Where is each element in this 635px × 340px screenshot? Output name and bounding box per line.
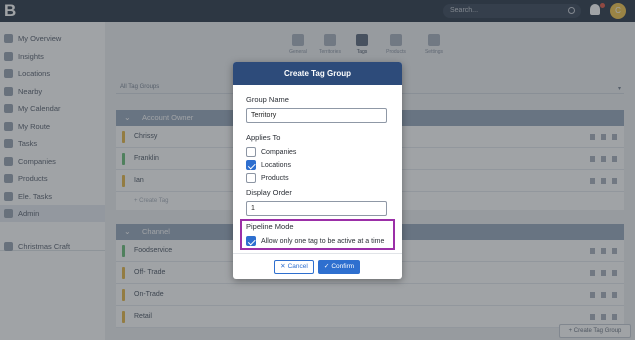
applies-to-companies[interactable]: Companies xyxy=(246,147,296,157)
close-icon: ✕ xyxy=(280,263,286,270)
checkbox[interactable] xyxy=(246,173,256,183)
applies-to-label: Applies To xyxy=(246,133,281,142)
button-label: Confirm xyxy=(331,263,355,270)
checkbox-label: Products xyxy=(261,174,289,182)
checkbox[interactable] xyxy=(246,147,256,157)
checkbox-label: Locations xyxy=(261,161,291,169)
pipeline-mode-highlight xyxy=(240,219,395,250)
display-order-label: Display Order xyxy=(246,188,292,197)
display-order-field[interactable]: 1 xyxy=(246,201,387,216)
group-name-label: Group Name xyxy=(246,95,289,104)
cancel-button[interactable]: ✕ Cancel xyxy=(274,260,314,274)
checkbox-checked[interactable] xyxy=(246,160,256,170)
check-icon: ✓ xyxy=(323,263,330,270)
dialog-title: Create Tag Group xyxy=(233,62,402,85)
confirm-button[interactable]: ✓ Confirm xyxy=(318,260,360,274)
dialog-divider xyxy=(233,253,402,254)
checkbox-label: Companies xyxy=(261,148,297,156)
group-name-field[interactable]: Territory xyxy=(246,108,387,123)
applies-to-products[interactable]: Products xyxy=(246,173,289,183)
button-label: Cancel xyxy=(287,263,308,270)
applies-to-locations[interactable]: Locations xyxy=(246,160,291,170)
